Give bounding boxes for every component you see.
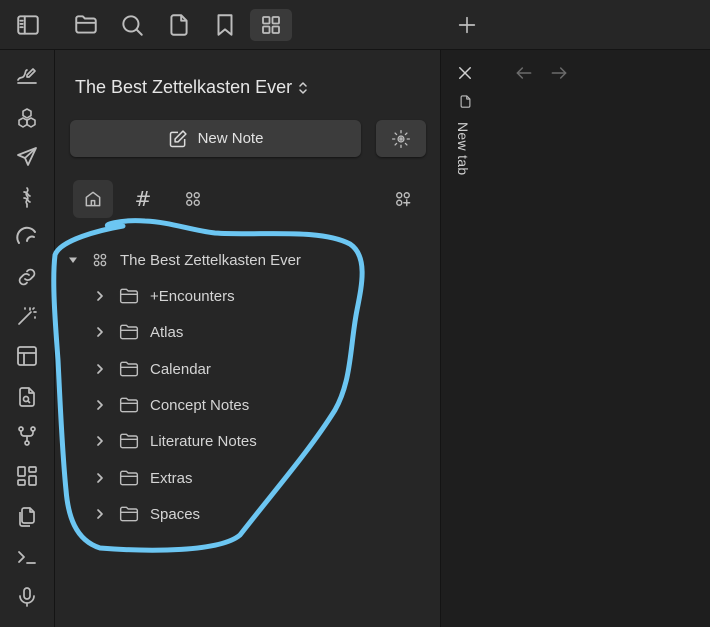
- boxes-icon[interactable]: [15, 106, 39, 130]
- folder-row[interactable]: Extras: [55, 463, 441, 493]
- new-note-button[interactable]: New Note: [70, 120, 361, 157]
- new-note-label: New Note: [197, 130, 264, 147]
- folder-row[interactable]: +Encounters: [55, 281, 441, 311]
- sidebar-toggle-icon[interactable]: [15, 12, 41, 38]
- microphone-icon[interactable]: [15, 585, 39, 609]
- tree-root-label: The Best Zettelkasten Ever: [120, 252, 301, 269]
- folder-icon: [119, 360, 139, 378]
- hash-icon: #: [134, 187, 152, 211]
- magic-wand-icon[interactable]: [15, 304, 39, 328]
- top-toolbar: [0, 0, 441, 50]
- tab-add-space[interactable]: [383, 180, 423, 218]
- grid-plus-icon: [393, 189, 413, 209]
- plus-icon[interactable]: [456, 14, 478, 36]
- close-icon[interactable]: [456, 64, 474, 82]
- file-icon: [458, 93, 473, 110]
- vertical-tab[interactable]: New tab: [441, 50, 489, 627]
- layout-icon[interactable]: [15, 344, 39, 368]
- folder-icon: [119, 469, 139, 487]
- file-icon[interactable]: [166, 12, 192, 38]
- folder-icon[interactable]: [73, 12, 99, 38]
- grid-circles-icon: [90, 251, 110, 269]
- folder-label: Extras: [150, 469, 193, 487]
- folder-icon: [119, 287, 139, 305]
- folder-label: Literature Notes: [150, 433, 257, 451]
- caret-down-icon: [66, 253, 80, 267]
- chevron-right-icon[interactable]: [93, 325, 107, 339]
- tab-bar: [441, 0, 710, 50]
- dashboard-icon[interactable]: [15, 464, 39, 488]
- folder-label: +Encounters: [150, 288, 235, 305]
- link-icon[interactable]: [15, 265, 39, 289]
- tab-spaces[interactable]: [173, 180, 213, 218]
- folder-icon: [119, 323, 139, 341]
- folder-row[interactable]: Calendar: [55, 354, 441, 384]
- file-explorer-pane: The Best Zettelkasten Ever New Note # Th…: [55, 50, 441, 627]
- copy-icon[interactable]: [15, 505, 39, 529]
- chevron-right-icon[interactable]: [93, 398, 107, 412]
- home-icon: [83, 189, 103, 209]
- grid-icon[interactable]: [250, 9, 292, 41]
- vault-title: The Best Zettelkasten Ever: [75, 77, 293, 97]
- folder-row[interactable]: Spaces: [55, 499, 441, 529]
- file-search-icon[interactable]: [15, 385, 39, 409]
- git-fork-icon[interactable]: [15, 424, 39, 448]
- theme-toggle-button[interactable]: [376, 120, 426, 157]
- tab-tags[interactable]: #: [123, 180, 163, 218]
- knot-icon[interactable]: [15, 185, 39, 209]
- folder-label: Calendar: [150, 360, 211, 378]
- folder-label: Atlas: [150, 324, 184, 342]
- arrow-right-icon[interactable]: [549, 63, 569, 83]
- chevron-right-icon[interactable]: [93, 289, 107, 303]
- folder-icon: [119, 396, 139, 414]
- folder-label: Spaces: [150, 505, 201, 523]
- chevron-right-icon[interactable]: [93, 507, 107, 521]
- grid-circles-icon: [183, 189, 203, 209]
- bookmark-icon[interactable]: [212, 12, 238, 38]
- arc-icon[interactable]: [15, 225, 39, 249]
- search-icon[interactable]: [119, 12, 145, 38]
- arrow-left-icon[interactable]: [514, 63, 534, 83]
- handwriting-icon[interactable]: [15, 62, 39, 86]
- chevron-up-down-icon: [298, 81, 308, 95]
- folder-label: Concept Notes: [150, 396, 250, 414]
- folder-icon: [119, 432, 139, 450]
- vault-switcher[interactable]: The Best Zettelkasten Ever: [75, 77, 308, 98]
- folder-row[interactable]: Atlas: [55, 317, 441, 347]
- send-icon[interactable]: [15, 145, 39, 169]
- editor-area: New tab: [441, 0, 710, 627]
- left-ribbon: [0, 50, 55, 627]
- sun-icon: [391, 129, 411, 149]
- tab-home[interactable]: [73, 180, 113, 218]
- chevron-right-icon[interactable]: [93, 434, 107, 448]
- folder-icon: [119, 505, 139, 523]
- terminal-icon[interactable]: [15, 545, 39, 569]
- chevron-right-icon[interactable]: [93, 362, 107, 376]
- folder-row[interactable]: Literature Notes: [55, 426, 441, 456]
- tab-title: New tab: [455, 122, 471, 176]
- tree-root[interactable]: The Best Zettelkasten Ever: [55, 245, 441, 275]
- chevron-right-icon[interactable]: [93, 471, 107, 485]
- edit-icon: [168, 129, 188, 149]
- folder-row[interactable]: Concept Notes: [55, 390, 441, 420]
